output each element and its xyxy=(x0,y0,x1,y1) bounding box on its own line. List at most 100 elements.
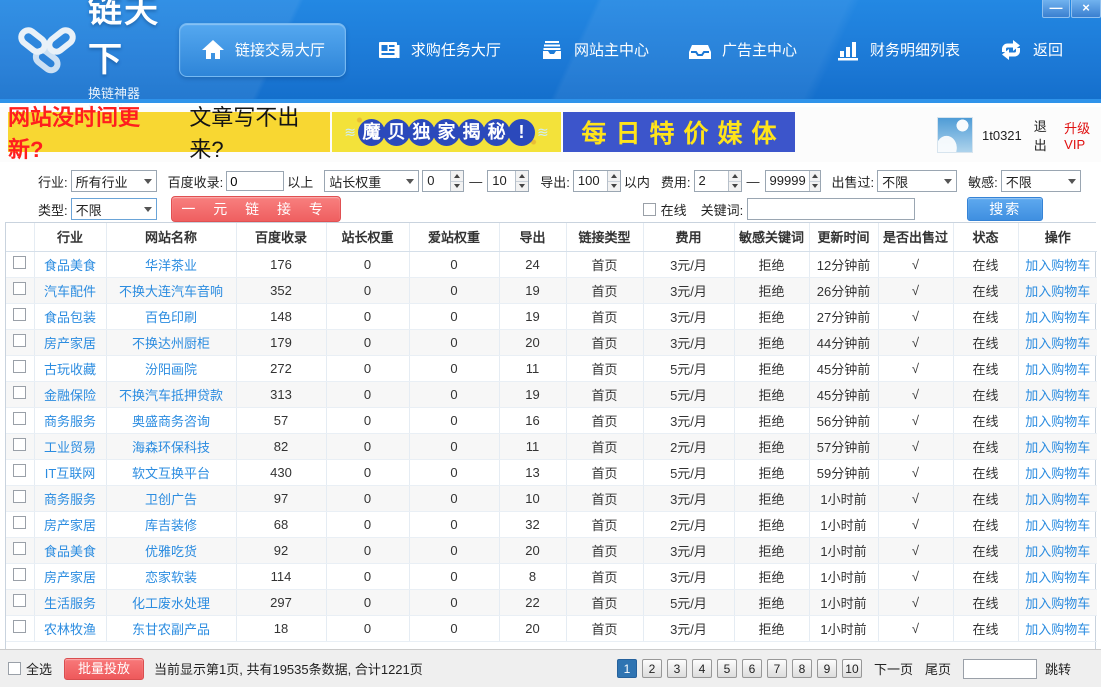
keyword-input[interactable] xyxy=(747,198,915,220)
cell-action[interactable]: 加入购物车 xyxy=(1018,251,1097,277)
cell-industry[interactable]: 工业贸易 xyxy=(34,433,106,459)
spinner-down-icon[interactable] xyxy=(516,182,528,192)
select-all-checkbox[interactable] xyxy=(8,662,21,675)
minimize-button[interactable]: — xyxy=(1042,0,1070,18)
row-checkbox[interactable] xyxy=(13,464,26,477)
cell-site[interactable]: 不换大连汽车音响 xyxy=(106,277,236,303)
row-checkbox[interactable] xyxy=(13,334,26,347)
jump-button[interactable]: 跳转 xyxy=(1045,659,1071,678)
spinner-down-icon[interactable] xyxy=(810,182,820,192)
cell-site[interactable]: 海森环保科技 xyxy=(106,433,236,459)
cell-site[interactable]: 奥盛商务咨询 xyxy=(106,407,236,433)
spinner-up-icon[interactable] xyxy=(451,171,463,182)
cell-action[interactable]: 加入购物车 xyxy=(1018,459,1097,485)
spinner-up-icon[interactable] xyxy=(810,171,820,182)
row-checkbox[interactable] xyxy=(13,256,26,269)
page-button-3[interactable]: 3 xyxy=(667,659,687,678)
cell-action[interactable]: 加入购物车 xyxy=(1018,407,1097,433)
page-button-5[interactable]: 5 xyxy=(717,659,737,678)
spinner-up-icon[interactable] xyxy=(729,171,741,182)
close-button[interactable]: × xyxy=(1071,0,1101,18)
cell-industry[interactable]: 商务服务 xyxy=(34,485,106,511)
export-spinner[interactable]: 100 xyxy=(573,170,621,192)
cell-industry[interactable]: 房产家居 xyxy=(34,563,106,589)
cell-industry[interactable]: 商务服务 xyxy=(34,407,106,433)
cell-industry[interactable]: 金融保险 xyxy=(34,381,106,407)
page-button-6[interactable]: 6 xyxy=(742,659,762,678)
cell-site[interactable]: 优雅吃货 xyxy=(106,537,236,563)
row-checkbox[interactable] xyxy=(13,360,26,373)
spinner-arrows[interactable] xyxy=(515,171,528,191)
cell-site[interactable]: 软文互换平台 xyxy=(106,459,236,485)
cell-action[interactable]: 加入购物车 xyxy=(1018,511,1097,537)
nav-buy-task-hall[interactable]: 求购任务大厅 xyxy=(376,38,501,62)
search-button[interactable]: 搜索 xyxy=(967,197,1043,221)
fee-min-spinner[interactable]: 2 xyxy=(694,170,742,192)
online-checkbox[interactable] xyxy=(643,203,656,216)
spinner-arrows[interactable] xyxy=(728,171,741,191)
banner-mobei-ad[interactable]: ≋ 魔贝独家揭秘! ≋ xyxy=(332,112,561,152)
next-page-button[interactable]: 下一页 xyxy=(874,659,913,678)
cell-action[interactable]: 加入购物车 xyxy=(1018,485,1097,511)
cell-site[interactable]: 化工废水处理 xyxy=(106,589,236,615)
spinner-up-icon[interactable] xyxy=(608,171,620,182)
row-checkbox[interactable] xyxy=(13,438,26,451)
page-button-7[interactable]: 7 xyxy=(767,659,787,678)
cell-site[interactable]: 汾阳画院 xyxy=(106,355,236,381)
cell-site[interactable]: 恋家软装 xyxy=(106,563,236,589)
row-checkbox[interactable] xyxy=(13,516,26,529)
nav-finance-list[interactable]: 财务明细列表 xyxy=(835,38,960,62)
cell-action[interactable]: 加入购物车 xyxy=(1018,381,1097,407)
nav-back[interactable]: 返回 xyxy=(998,38,1063,62)
cell-site[interactable]: 不换达州厨柜 xyxy=(106,329,236,355)
weight-max-spinner[interactable]: 10 xyxy=(487,170,529,192)
upgrade-vip-link[interactable]: 升级VIP xyxy=(1064,118,1101,152)
cell-action[interactable]: 加入购物车 xyxy=(1018,563,1097,589)
row-checkbox[interactable] xyxy=(13,386,26,399)
cell-industry[interactable]: 房产家居 xyxy=(34,511,106,537)
last-page-button[interactable]: 尾页 xyxy=(925,659,951,678)
avatar[interactable] xyxy=(937,117,973,153)
cell-site[interactable]: 百色印刷 xyxy=(106,303,236,329)
webmaster-weight-select[interactable]: 站长权重 xyxy=(324,170,419,192)
cell-action[interactable]: 加入购物车 xyxy=(1018,433,1097,459)
cell-site[interactable]: 卫创广告 xyxy=(106,485,236,511)
cell-action[interactable]: 加入购物车 xyxy=(1018,303,1097,329)
page-button-9[interactable]: 9 xyxy=(817,659,837,678)
page-button-1[interactable]: 1 xyxy=(617,659,637,678)
industry-select[interactable]: 所有行业 xyxy=(71,170,157,192)
type-select[interactable]: 不限 xyxy=(71,198,157,220)
row-checkbox[interactable] xyxy=(13,568,26,581)
sold-select[interactable]: 不限 xyxy=(877,170,957,192)
row-checkbox[interactable] xyxy=(13,308,26,321)
row-checkbox[interactable] xyxy=(13,620,26,633)
row-checkbox[interactable] xyxy=(13,594,26,607)
fee-max-spinner[interactable]: 99999 xyxy=(765,170,821,192)
batch-publish-button[interactable]: 批量投放 xyxy=(64,658,144,680)
cell-industry[interactable]: 食品包装 xyxy=(34,303,106,329)
weight-min-spinner[interactable]: 0 xyxy=(422,170,464,192)
cell-industry[interactable]: 汽车配件 xyxy=(34,277,106,303)
cell-action[interactable]: 加入购物车 xyxy=(1018,537,1097,563)
cell-industry[interactable]: 食品美食 xyxy=(34,251,106,277)
nav-advertiser-center[interactable]: 广告主中心 xyxy=(687,38,797,62)
nav-link-trade-hall[interactable]: 链接交易大厅 xyxy=(179,23,346,77)
cell-industry[interactable]: 房产家居 xyxy=(34,329,106,355)
cell-site[interactable]: 东甘农副产品 xyxy=(106,615,236,641)
cell-industry[interactable]: 农林牧渔 xyxy=(34,615,106,641)
spinner-down-icon[interactable] xyxy=(729,182,741,192)
cell-action[interactable]: 加入购物车 xyxy=(1018,589,1097,615)
banner-daily-media-ad[interactable]: 每日特价媒体 xyxy=(563,112,795,152)
page-button-2[interactable]: 2 xyxy=(642,659,662,678)
cell-action[interactable]: 加入购物车 xyxy=(1018,277,1097,303)
spinner-down-icon[interactable] xyxy=(451,182,463,192)
page-button-8[interactable]: 8 xyxy=(792,659,812,678)
cell-industry[interactable]: 古玩收藏 xyxy=(34,355,106,381)
spinner-arrows[interactable] xyxy=(450,171,463,191)
row-checkbox[interactable] xyxy=(13,490,26,503)
spinner-arrows[interactable] xyxy=(809,171,820,191)
nav-webmaster-center[interactable]: 网站主中心 xyxy=(539,38,649,62)
cell-industry[interactable]: 生活服务 xyxy=(34,589,106,615)
banner-site-update-ad[interactable]: 网站没时间更新? 文章写不出来? xyxy=(8,112,330,152)
page-button-10[interactable]: 10 xyxy=(842,659,862,678)
